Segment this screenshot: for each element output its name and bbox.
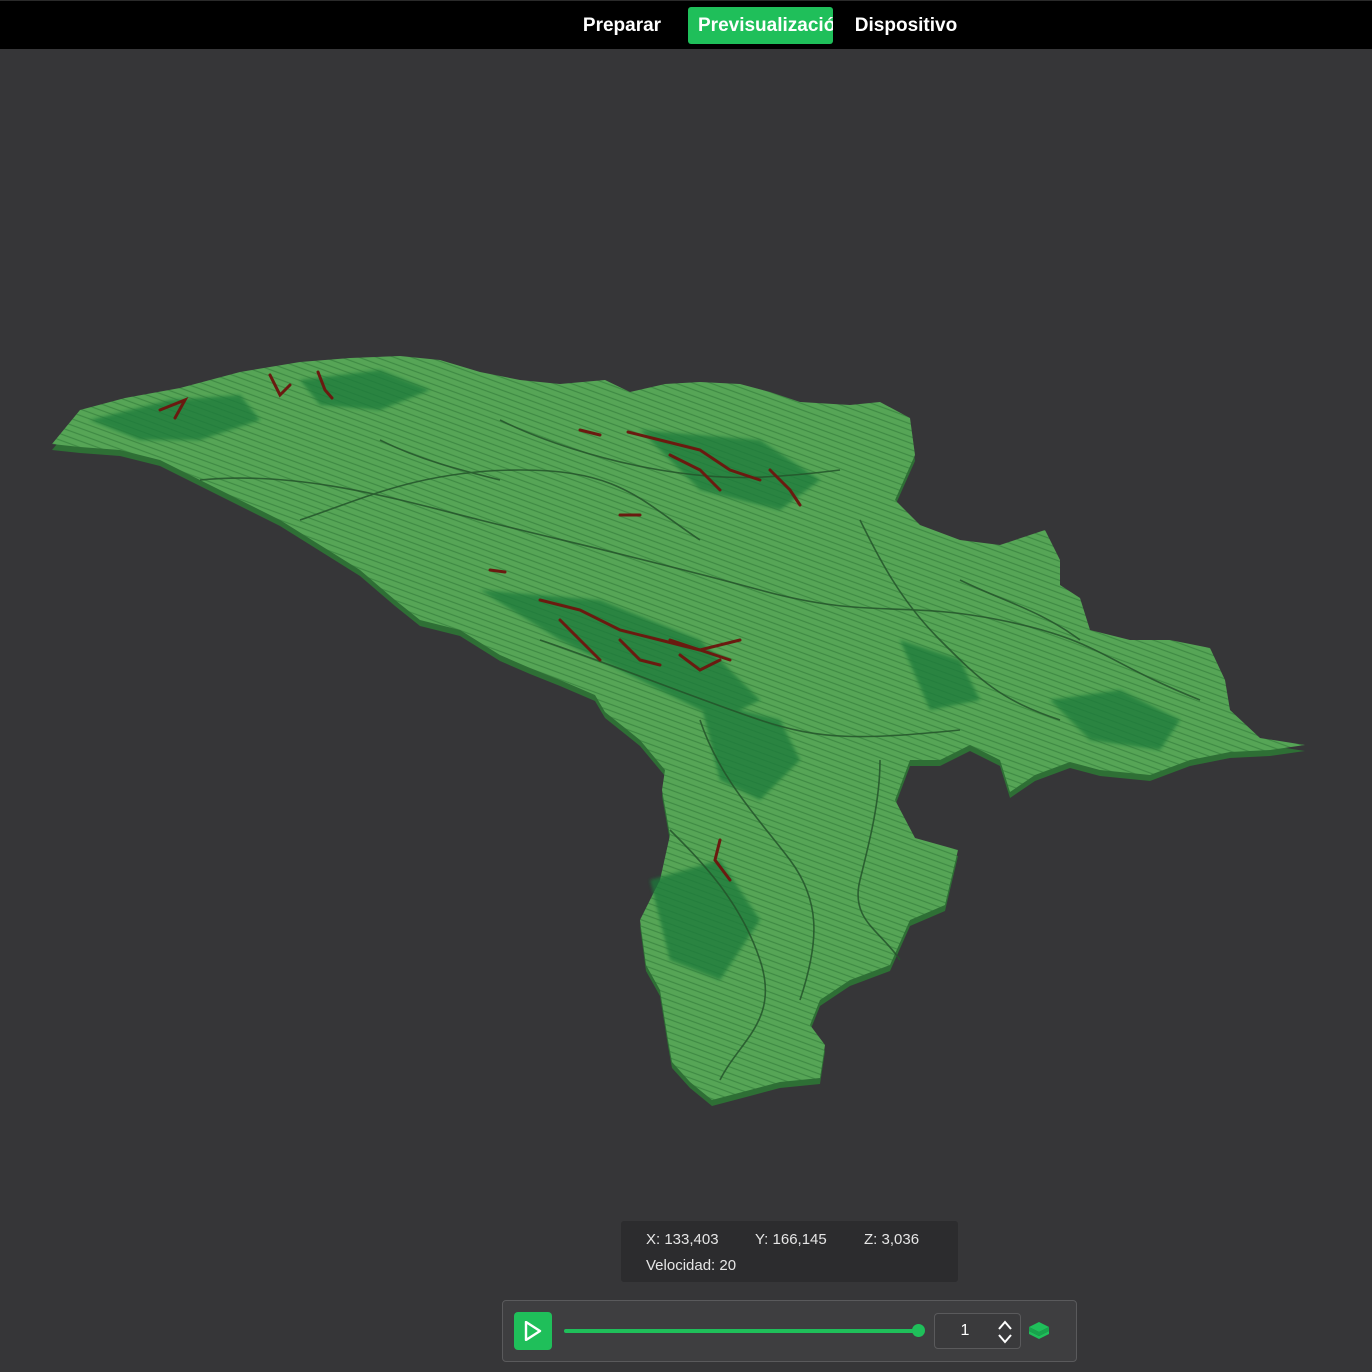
tab-preview[interactable]: Previsualización [688,7,833,44]
tab-device[interactable]: Dispositivo [850,7,962,44]
coord-z: Z: 3,036 [864,1231,920,1248]
top-nav-bar: Preparar Previsualización Dispositivo [0,0,1372,49]
speed-readout: Velocidad: 20 [646,1257,736,1274]
play-button[interactable] [514,1312,552,1350]
chevron-down-icon[interactable] [997,1332,1013,1346]
play-icon [524,1321,542,1341]
layers-icon[interactable] [1027,1319,1051,1343]
layer-slider-track[interactable] [564,1329,918,1333]
3d-preview-viewport[interactable] [0,49,1372,1372]
layer-slider-handle[interactable] [912,1324,925,1337]
coord-x: X: 133,403 [646,1231,719,1248]
chevron-up-icon[interactable] [997,1318,1013,1332]
terrain-model [52,356,1305,1106]
coord-y: Y: 166,145 [755,1231,827,1248]
layer-stepper[interactable]: 1 [934,1313,1021,1349]
layer-value[interactable]: 1 [935,1314,995,1348]
speed-value: 20 [719,1257,737,1274]
playback-bar: 1 [502,1300,1077,1362]
speed-label: Velocidad: [646,1257,716,1274]
coordinates-panel: X: 133,403 Y: 166,145 Z: 3,036 Velocidad… [621,1221,958,1282]
tab-prepare[interactable]: Preparar [572,7,672,44]
